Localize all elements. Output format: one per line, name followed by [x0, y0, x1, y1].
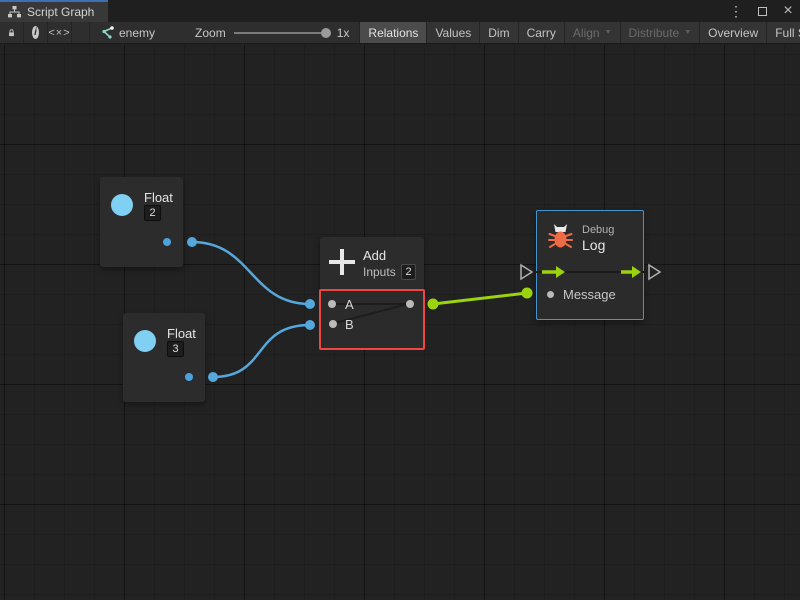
- zoom-slider[interactable]: [234, 28, 329, 38]
- dim-button[interactable]: Dim: [480, 22, 518, 43]
- message-port-label: Message: [563, 287, 616, 302]
- inputs-label: Inputs: [363, 265, 396, 279]
- tab-script-graph[interactable]: Script Graph: [0, 0, 108, 22]
- window-close-icon[interactable]: ×: [780, 3, 796, 19]
- title-bar: Script Graph ⋮ ×: [0, 0, 800, 22]
- chevron-down-icon: ▼: [684, 29, 691, 36]
- info-icon: i: [32, 26, 39, 39]
- lock-button[interactable]: [0, 22, 24, 43]
- float-value-input[interactable]: 2: [144, 205, 161, 221]
- overview-button[interactable]: Overview: [700, 22, 767, 43]
- zoom-control: Zoom 1x: [185, 22, 360, 43]
- graph-breadcrumb[interactable]: enemy: [90, 22, 165, 43]
- node-float-2[interactable]: Float 3: [123, 313, 205, 402]
- node-float-1[interactable]: Float 2: [100, 177, 183, 267]
- output-port[interactable]: [185, 373, 193, 381]
- flow-port-left-icon: [521, 265, 532, 279]
- zoom-label: Zoom: [195, 26, 226, 40]
- values-button[interactable]: Values: [427, 22, 480, 43]
- lock-icon: [8, 27, 15, 39]
- port-a-label: A: [345, 297, 354, 312]
- align-dropdown[interactable]: Align▼: [565, 22, 621, 43]
- relations-button[interactable]: Relations: [360, 22, 427, 43]
- output-port-sum[interactable]: [406, 300, 414, 308]
- float-literal-icon: [134, 330, 156, 352]
- inputs-count-input[interactable]: 2: [401, 264, 416, 280]
- graph-name: enemy: [119, 26, 155, 40]
- graph-canvas[interactable]: Float 2 Float 3 Add Inputs 2 A B: [0, 45, 800, 600]
- input-port-message[interactable]: [547, 291, 554, 298]
- zoom-slider-handle[interactable]: [321, 28, 331, 38]
- node-title: Log: [582, 237, 605, 253]
- carry-button[interactable]: Carry: [519, 22, 565, 43]
- tab-label: Script Graph: [27, 5, 94, 19]
- flow-port-right-icon: [649, 265, 660, 279]
- node-add-body[interactable]: A B: [319, 289, 425, 350]
- connection-add-to-message: [433, 293, 527, 304]
- node-title: Float: [167, 326, 196, 341]
- graph-toolbar: i <×> enemy Zoom 1x Relations Values Dim…: [0, 22, 800, 44]
- float-value-input[interactable]: 3: [167, 341, 184, 357]
- node-add-header[interactable]: Add Inputs 2: [320, 237, 424, 290]
- node-category: Debug: [582, 224, 614, 236]
- zoom-value: 1x: [337, 26, 350, 40]
- port-b-label: B: [345, 317, 354, 332]
- add-icon: [329, 249, 355, 275]
- connection-float1-to-a: [192, 242, 310, 304]
- distribute-dropdown[interactable]: Distribute▼: [621, 22, 701, 43]
- script-graph-icon: [8, 6, 21, 18]
- node-title: Float: [144, 190, 173, 205]
- bug-icon: [548, 223, 573, 249]
- code-icon: <×>: [48, 27, 70, 39]
- node-title: Add: [363, 248, 386, 263]
- connection-float2-to-b: [213, 325, 310, 377]
- output-port[interactable]: [163, 238, 171, 246]
- chevron-down-icon: ▼: [605, 29, 612, 36]
- code-view-button[interactable]: <×>: [48, 22, 72, 43]
- window-menu-icon[interactable]: ⋮: [728, 3, 744, 19]
- window-maximize-icon[interactable]: [754, 3, 770, 19]
- window-controls: ⋮ ×: [728, 0, 796, 22]
- graph-asset-icon: [100, 26, 114, 39]
- input-port-a[interactable]: [328, 300, 336, 308]
- node-debug-log[interactable]: Debug Log Message: [536, 210, 644, 320]
- float-literal-icon: [111, 194, 133, 216]
- fullscreen-button[interactable]: Full Screen: [767, 22, 800, 43]
- input-port-b[interactable]: [329, 320, 337, 328]
- info-button[interactable]: i: [24, 22, 48, 43]
